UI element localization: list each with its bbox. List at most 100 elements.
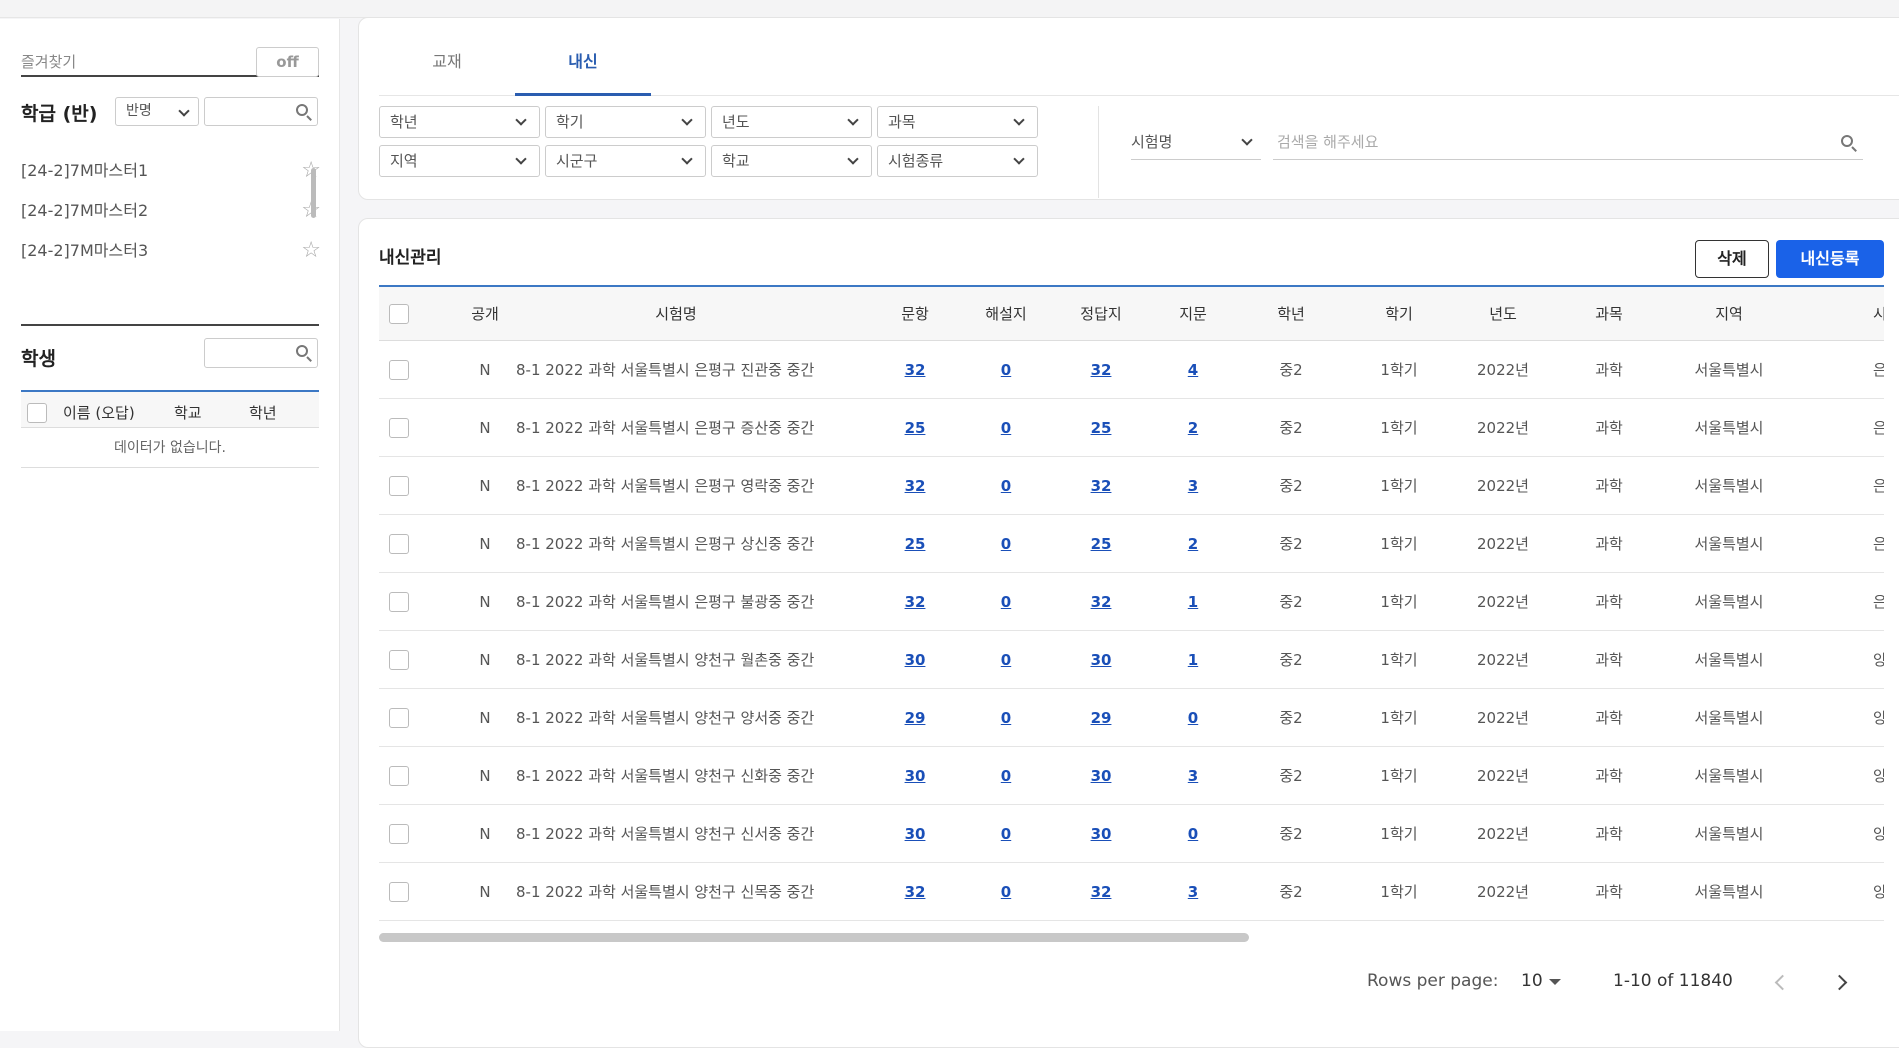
- cell-questions-link[interactable]: 32: [905, 477, 926, 495]
- select-all-checkbox[interactable]: [389, 303, 409, 324]
- cell-explanations-link[interactable]: 0: [1001, 825, 1011, 843]
- cell-questions-link[interactable]: 25: [905, 419, 926, 437]
- region-select[interactable]: 지역: [379, 145, 540, 177]
- cell-passages-link[interactable]: 3: [1188, 883, 1198, 901]
- cell-questions-link[interactable]: 30: [905, 825, 926, 843]
- header-exam-name[interactable]: 시험명: [516, 287, 836, 340]
- table-row[interactable]: N 8-1 2022 과학 서울특별시 은평구 불광중 중간 32 0 32 1 중2 1학기…: [379, 573, 1884, 631]
- row-checkbox[interactable]: [389, 649, 409, 670]
- cell-passages-link[interactable]: 3: [1188, 767, 1198, 785]
- cell-explanations-link[interactable]: 0: [1001, 419, 1011, 437]
- header-subject[interactable]: 과목: [1561, 287, 1657, 340]
- horizontal-scrollbar[interactable]: [379, 933, 1249, 942]
- table-row[interactable]: N 8-1 2022 과학 서울특별시 은평구 상신중 중간 25 0 25 2 중2 1학기…: [379, 515, 1884, 573]
- cell-passages-link[interactable]: 2: [1188, 535, 1198, 553]
- cell-questions-link[interactable]: 30: [905, 767, 926, 785]
- cell-passages-link[interactable]: 4: [1188, 361, 1198, 379]
- cell-questions-link[interactable]: 32: [905, 361, 926, 379]
- header-semester[interactable]: 학기: [1351, 287, 1447, 340]
- tab-textbook[interactable]: 교재: [379, 38, 515, 96]
- cell-explanations-link[interactable]: 0: [1001, 767, 1011, 785]
- tab-school-exam[interactable]: 내신: [515, 38, 651, 96]
- search-icon[interactable]: [1841, 135, 1857, 152]
- header-city[interactable]: 시: [1873, 287, 1884, 340]
- delete-button[interactable]: 삭제: [1695, 240, 1769, 278]
- table-row[interactable]: N 8-1 2022 과학 서울특별시 양천구 신목중 중간 32 0 32 3 중2 1학기…: [379, 863, 1884, 921]
- table-row[interactable]: N 8-1 2022 과학 서울특별시 양천구 월촌중 중간 30 0 30 1 중2 1학기…: [379, 631, 1884, 689]
- exam-search-input[interactable]: 검색을 해주세요: [1273, 126, 1863, 160]
- cell-passages-link[interactable]: 0: [1188, 825, 1198, 843]
- header-public[interactable]: 공개: [455, 287, 515, 340]
- cell-explanations-link[interactable]: 0: [1001, 651, 1011, 669]
- header-answers[interactable]: 정답지: [1069, 287, 1133, 340]
- cell-passages-link[interactable]: 2: [1188, 419, 1198, 437]
- cell-answers-link[interactable]: 32: [1091, 593, 1112, 611]
- cell-questions-link[interactable]: 29: [905, 709, 926, 727]
- table-row[interactable]: N 8-1 2022 과학 서울특별시 양천구 신화중 중간 30 0 30 3 중2 1학기…: [379, 747, 1884, 805]
- search-icon[interactable]: [296, 104, 312, 121]
- prev-page-icon[interactable]: [1774, 974, 1791, 991]
- cell-questions-link[interactable]: 25: [905, 535, 926, 553]
- row-checkbox[interactable]: [389, 475, 409, 496]
- grade-select[interactable]: 학년: [379, 106, 540, 138]
- class-item[interactable]: [24-2]7M마스터2 ☆: [21, 200, 321, 241]
- table-row[interactable]: N 8-1 2022 과학 서울특별시 은평구 진관중 중간 32 0 32 4 중2 1학기…: [379, 341, 1884, 399]
- row-checkbox[interactable]: [389, 417, 409, 438]
- cell-answers-link[interactable]: 30: [1091, 767, 1112, 785]
- subject-select[interactable]: 과목: [877, 106, 1038, 138]
- school-select[interactable]: 학교: [711, 145, 872, 177]
- exam-type-select[interactable]: 시험종류: [877, 145, 1038, 177]
- row-checkbox[interactable]: [389, 533, 409, 554]
- cell-explanations-link[interactable]: 0: [1001, 535, 1011, 553]
- district-select[interactable]: 시군구: [545, 145, 706, 177]
- table-row[interactable]: N 8-1 2022 과학 서울특별시 양천구 신서중 중간 30 0 30 0 중2 1학기…: [379, 805, 1884, 863]
- cell-passages-link[interactable]: 1: [1188, 651, 1198, 669]
- row-checkbox[interactable]: [389, 707, 409, 728]
- table-row[interactable]: N 8-1 2022 과학 서울특별시 은평구 영락중 중간 32 0 32 3 중2 1학기…: [379, 457, 1884, 515]
- cell-answers-link[interactable]: 32: [1091, 883, 1112, 901]
- cell-passages-link[interactable]: 1: [1188, 593, 1198, 611]
- cell-answers-link[interactable]: 32: [1091, 477, 1112, 495]
- header-grade[interactable]: 학년: [1251, 287, 1331, 340]
- cell-explanations-link[interactable]: 0: [1001, 361, 1011, 379]
- row-checkbox[interactable]: [389, 359, 409, 380]
- star-icon[interactable]: ☆: [301, 240, 321, 262]
- class-name-select[interactable]: 반명: [115, 97, 199, 126]
- cell-answers-link[interactable]: 32: [1091, 361, 1112, 379]
- row-checkbox[interactable]: [389, 591, 409, 612]
- cell-explanations-link[interactable]: 0: [1001, 593, 1011, 611]
- search-icon[interactable]: [296, 345, 312, 362]
- cell-passages-link[interactable]: 0: [1188, 709, 1198, 727]
- year-select[interactable]: 년도: [711, 106, 872, 138]
- cell-explanations-link[interactable]: 0: [1001, 883, 1011, 901]
- header-questions[interactable]: 문항: [885, 287, 945, 340]
- cell-answers-link[interactable]: 25: [1091, 419, 1112, 437]
- cell-explanations-link[interactable]: 0: [1001, 709, 1011, 727]
- register-exam-button[interactable]: 내신등록: [1776, 240, 1884, 278]
- search-field-select[interactable]: 시험명: [1131, 126, 1261, 160]
- cell-explanations-link[interactable]: 0: [1001, 477, 1011, 495]
- row-checkbox[interactable]: [389, 823, 409, 844]
- cell-questions-link[interactable]: 32: [905, 883, 926, 901]
- cell-answers-link[interactable]: 25: [1091, 535, 1112, 553]
- next-page-icon[interactable]: [1831, 974, 1848, 991]
- favorites-toggle[interactable]: off: [256, 47, 319, 77]
- row-checkbox[interactable]: [389, 881, 409, 902]
- table-row[interactable]: N 8-1 2022 과학 서울특별시 양천구 양서중 중간 29 0 29 0 중2 1학기…: [379, 689, 1884, 747]
- cell-answers-link[interactable]: 29: [1091, 709, 1112, 727]
- semester-select[interactable]: 학기: [545, 106, 706, 138]
- cell-answers-link[interactable]: 30: [1091, 825, 1112, 843]
- student-search-input[interactable]: [204, 338, 318, 368]
- header-region[interactable]: 지역: [1669, 287, 1789, 340]
- select-all-students-checkbox[interactable]: [27, 403, 47, 423]
- cell-questions-link[interactable]: 30: [905, 651, 926, 669]
- class-list-scrollbar[interactable]: [311, 168, 316, 218]
- header-explanations[interactable]: 해설지: [969, 287, 1043, 340]
- cell-answers-link[interactable]: 30: [1091, 651, 1112, 669]
- class-item[interactable]: [24-2]7M마스터1 ☆: [21, 160, 321, 201]
- row-checkbox[interactable]: [389, 765, 409, 786]
- cell-questions-link[interactable]: 32: [905, 593, 926, 611]
- table-row[interactable]: N 8-1 2022 과학 서울특별시 은평구 증산중 중간 25 0 25 2 중2 1학기…: [379, 399, 1884, 457]
- class-search-input[interactable]: [204, 97, 318, 126]
- rows-per-page-select[interactable]: 10: [1521, 971, 1543, 991]
